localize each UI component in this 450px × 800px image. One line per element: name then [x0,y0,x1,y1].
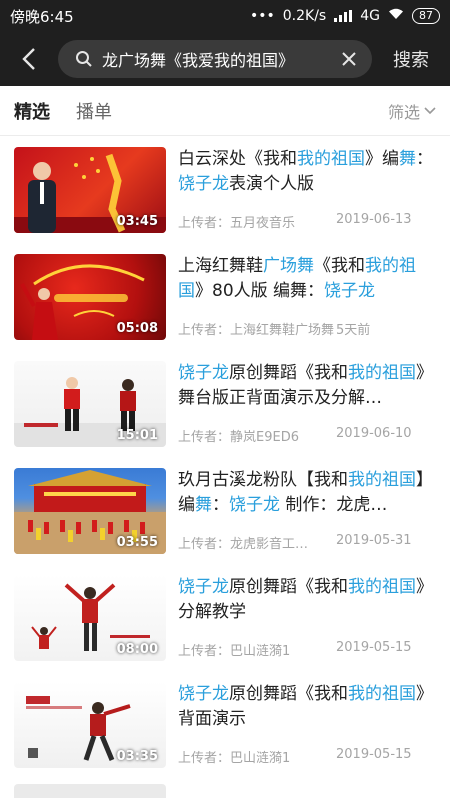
video-thumbnail[interactable]: 15:01 [14,360,166,447]
list-item[interactable]: 03:45 白云深处《我和我的祖国》编舞：饶子龙表演个人版 上传者：五月夜音乐 … [0,136,450,243]
search-icon [72,47,96,71]
search-header: 龙广场舞《我爱我的祖国》 搜索 [0,32,450,86]
upload-date: 2019-05-31 [336,532,412,548]
video-info: 饶子龙原创舞蹈《我和我的祖国》舞台版正背面演示及分解… 上传者：静岚E9ED6 … [178,361,436,447]
search-input[interactable]: 龙广场舞《我爱我的祖国》 [102,47,336,71]
results-list: 03:45 白云深处《我和我的祖国》编舞：饶子龙表演个人版 上传者：五月夜音乐 … [0,136,450,798]
video-info: 玖月古溪龙粉队【我和我的祖国】编舞：饶子龙 制作：龙虎… 上传者：龙虎影音工… … [178,468,436,554]
video-duration: 05:08 [116,320,158,336]
video-info: 上海红舞鞋广场舞《我和我的祖国》80人版 编舞：饶子龙 上传者：上海红舞鞋广场舞… [178,254,436,340]
chevron-down-icon [424,106,436,114]
video-title[interactable]: 饶子龙原创舞蹈《我和我的祖国》分解教学 [178,575,436,625]
upload-date: 5天前 [336,322,371,338]
uploader: 上传者：五月夜音乐 [178,215,296,231]
video-meta: 上传者：巴山涟漪1 2019-05-15 [178,640,438,659]
status-time: 傍晚6:45 [10,7,74,26]
video-duration: 03:45 [116,213,158,229]
video-thumbnail[interactable] [14,784,166,798]
video-title[interactable]: 上海红舞鞋广场舞《我和我的祖国》80人版 编舞：饶子龙 [178,254,436,304]
upload-date: 2019-05-15 [336,746,412,762]
list-item[interactable]: 05:08 上海红舞鞋广场舞《我和我的祖国》80人版 编舞：饶子龙 上传者：上海… [0,243,450,350]
video-thumbnail[interactable]: 03:45 [14,146,166,233]
signal-icon [334,10,353,22]
video-meta: 上传者：上海红舞鞋广场舞 5天前 [178,319,438,338]
video-title[interactable]: 白云深处《我和我的祖国》编舞：饶子龙表演个人版 [178,147,436,197]
uploader: 上传者：上海红舞鞋广场舞 [178,322,335,338]
video-duration: 08:00 [116,641,158,657]
network-type: 4G [360,8,380,24]
wifi-icon [388,8,404,24]
status-dots: ••• [249,8,275,24]
list-item-partial[interactable] [0,778,450,798]
video-thumbnail[interactable]: 05:08 [14,253,166,340]
video-thumbnail[interactable]: 03:35 [14,681,166,768]
video-info: 饶子龙原创舞蹈《我和我的祖国》背面演示 上传者：巴山涟漪1 2019-05-15 [178,682,436,768]
tab-selected[interactable]: 精选 [14,98,50,124]
video-info: 白云深处《我和我的祖国》编舞：饶子龙表演个人版 上传者：五月夜音乐 2019-0… [178,147,436,233]
uploader: 上传者：龙虎影音工… [178,536,309,552]
video-thumbnail[interactable]: 03:55 [14,467,166,554]
list-item[interactable]: 03:55 玖月古溪龙粉队【我和我的祖国】编舞：饶子龙 制作：龙虎… 上传者：龙… [0,457,450,564]
back-arrow-icon [22,48,35,70]
video-thumbnail[interactable]: 08:00 [14,574,166,661]
filter-button[interactable]: 筛选 [388,99,436,123]
back-button[interactable] [0,32,58,86]
tab-bar: 精选 播单 筛选 [0,86,450,136]
status-right: ••• 0.2K/s 4G 87 [250,8,440,24]
video-title[interactable]: 饶子龙原创舞蹈《我和我的祖国》舞台版正背面演示及分解… [178,361,436,411]
uploader: 上传者：巴山涟漪1 [178,750,291,766]
upload-date: 2019-06-13 [336,211,412,227]
video-meta: 上传者：静岚E9ED6 2019-06-10 [178,426,438,445]
search-box[interactable]: 龙广场舞《我爱我的祖国》 [58,40,372,78]
video-duration: 03:35 [116,748,158,764]
list-item[interactable]: 08:00 饶子龙原创舞蹈《我和我的祖国》分解教学 上传者：巴山涟漪1 2019… [0,564,450,671]
video-duration: 15:01 [116,427,158,443]
list-item[interactable]: 15:01 饶子龙原创舞蹈《我和我的祖国》舞台版正背面演示及分解… 上传者：静岚… [0,350,450,457]
status-bar: 傍晚6:45 ••• 0.2K/s 4G 87 [0,0,450,32]
battery-icon: 87 [412,8,440,24]
video-meta: 上传者：五月夜音乐 2019-06-13 [178,212,438,231]
video-meta: 上传者：巴山涟漪1 2019-05-15 [178,747,438,766]
video-title[interactable]: 饶子龙原创舞蹈《我和我的祖国》背面演示 [178,682,436,732]
uploader: 上传者：静岚E9ED6 [178,429,299,445]
video-meta: 上传者：龙虎影音工… 2019-05-31 [178,533,438,552]
search-button[interactable]: 搜索 [372,46,450,72]
video-duration: 03:55 [116,534,158,550]
upload-date: 2019-05-15 [336,639,412,655]
clear-icon[interactable] [336,46,362,72]
upload-date: 2019-06-10 [336,425,412,441]
list-item[interactable]: 03:35 饶子龙原创舞蹈《我和我的祖国》背面演示 上传者：巴山涟漪1 2019… [0,671,450,778]
video-title[interactable]: 玖月古溪龙粉队【我和我的祖国】编舞：饶子龙 制作：龙虎… [178,468,436,518]
video-info: 饶子龙原创舞蹈《我和我的祖国》分解教学 上传者：巴山涟漪1 2019-05-15 [178,575,436,661]
filter-label: 筛选 [387,102,420,122]
network-speed: 0.2K/s [282,8,327,24]
tab-playlist[interactable]: 播单 [76,98,112,124]
uploader: 上传者：巴山涟漪1 [178,643,291,659]
